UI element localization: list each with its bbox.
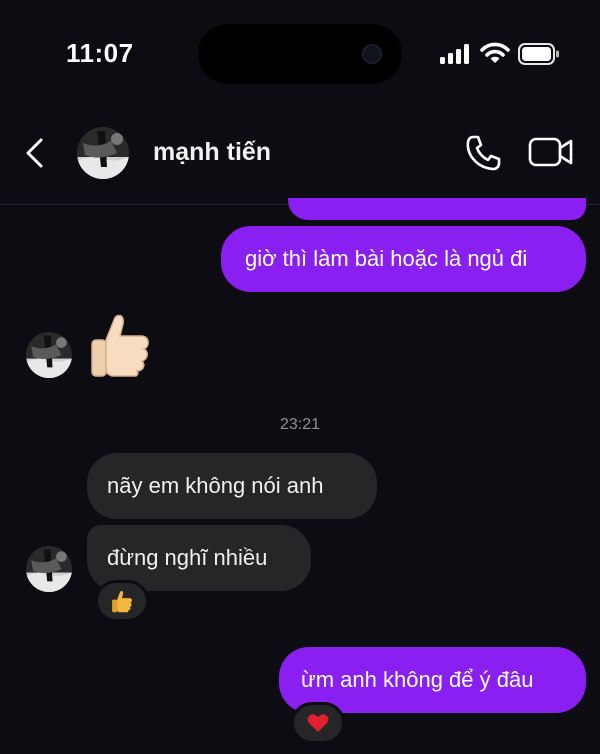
- previous-message-bubble[interactable]: [288, 198, 586, 220]
- sender-avatar: [26, 546, 72, 592]
- status-time: 11:07: [66, 38, 134, 68]
- sender-avatar: [26, 332, 72, 378]
- message-text: nãy em không nói anh: [107, 473, 324, 498]
- thumbs-up-icon: [112, 590, 132, 613]
- message-text: đừng nghĩ nhiều: [107, 545, 268, 570]
- back-icon[interactable]: [24, 138, 46, 168]
- outgoing-message-bubble[interactable]: giờ thì làm bài hoặc là ngủ đi: [221, 226, 586, 292]
- camera-icon: [362, 44, 382, 64]
- heart-icon: [307, 714, 329, 732]
- video-call-icon[interactable]: [528, 136, 574, 168]
- incoming-message-bubble[interactable]: nãy em không nói anh: [87, 453, 377, 519]
- dynamic-island: [198, 24, 402, 84]
- message-text: giờ thì làm bài hoặc là ngủ đi: [245, 246, 528, 271]
- wifi-icon: [480, 42, 510, 63]
- battery-icon: [518, 43, 559, 65]
- contact-avatar[interactable]: [77, 127, 129, 179]
- heart-reaction[interactable]: [291, 702, 345, 744]
- signal-icon: [440, 44, 469, 64]
- message-text: ừm anh không để ý đâu: [301, 667, 534, 692]
- thumbs-up-reaction[interactable]: [95, 580, 149, 622]
- phone-icon[interactable]: [464, 134, 502, 172]
- thumbs-up-emoji[interactable]: [86, 310, 154, 378]
- message-timestamp: 23:21: [279, 416, 321, 433]
- contact-name[interactable]: mạnh tiến: [153, 138, 271, 167]
